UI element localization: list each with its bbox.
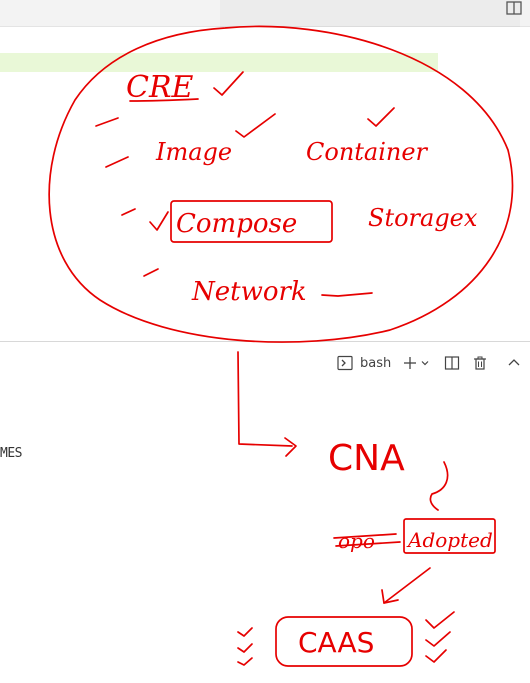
connector-line — [237, 351, 293, 447]
down-arrow-head — [381, 589, 399, 604]
ann-container: Container — [306, 138, 429, 166]
dash-4 — [143, 268, 159, 277]
ann-storage: Storagex — [368, 204, 478, 232]
ann-caas: CAAS — [298, 626, 374, 659]
ann-compose: Compose — [176, 209, 297, 239]
ann-adopted: Adopted — [406, 528, 493, 552]
ann-cna: CNA — [328, 438, 405, 479]
check-right-1 — [425, 611, 455, 629]
check-right-2 — [425, 631, 451, 647]
check-right-3 — [425, 649, 447, 663]
check-left-2 — [237, 643, 253, 653]
check-compose — [149, 211, 169, 231]
network-tail — [321, 292, 373, 297]
ann-image: Image — [155, 138, 232, 166]
check-container — [367, 107, 395, 127]
dash-3 — [121, 208, 136, 216]
check-image — [235, 113, 276, 138]
check-cri — [213, 71, 244, 96]
dash-1 — [95, 117, 119, 127]
check-left-1 — [237, 627, 253, 637]
handwritten-annotations: CRE Image Container Compose Storagex Net… — [48, 25, 514, 667]
connector-arrow — [284, 437, 297, 457]
hook-arrow — [429, 461, 449, 511]
dash-2 — [105, 156, 129, 168]
ann-crossed: opo — [338, 529, 375, 553]
ann-network: Network — [191, 277, 307, 307]
check-left-3 — [237, 657, 253, 666]
down-arrow — [383, 567, 431, 604]
